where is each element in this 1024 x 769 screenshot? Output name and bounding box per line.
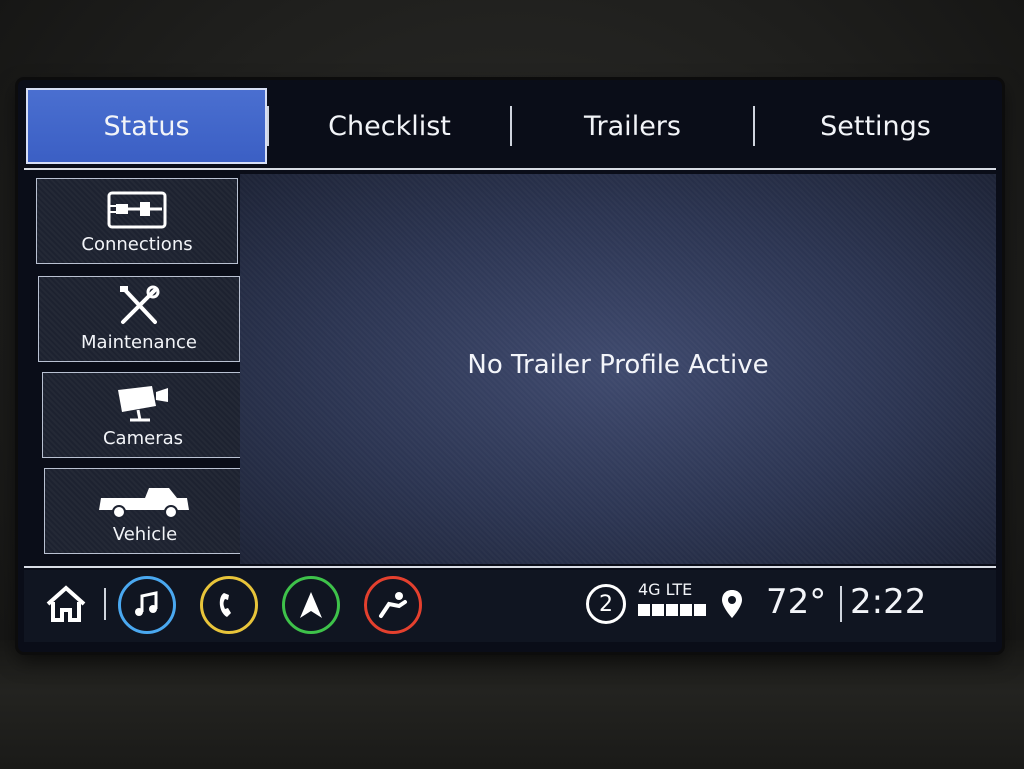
vehicle-button[interactable]: Vehicle xyxy=(44,468,246,554)
pickup-truck-icon xyxy=(99,488,189,519)
connections-button[interactable]: Connections xyxy=(36,178,238,264)
bottom-bar: 2 4G LTE 72° 2:22 xyxy=(24,570,996,642)
temperature: 72° xyxy=(766,582,827,622)
signal-strength-icon xyxy=(638,604,706,616)
seat-icon xyxy=(379,592,407,618)
home-icon[interactable] xyxy=(44,584,88,624)
cameras-button[interactable]: Cameras xyxy=(42,372,244,458)
tab-trailers[interactable]: Trailers xyxy=(512,88,753,164)
tab-bar: Status Checklist Trailers Settings xyxy=(24,84,996,168)
home-divider xyxy=(104,588,106,620)
infotainment-screen: Status Checklist Trailers Settings Conne… xyxy=(18,80,1002,652)
notification-badge[interactable]: 2 xyxy=(586,584,626,624)
bezel-lower xyxy=(0,640,1024,769)
tab-underline xyxy=(24,168,996,170)
phone-icon xyxy=(219,593,231,617)
maintenance-button[interactable]: Maintenance xyxy=(38,276,240,362)
clock: 2:22 xyxy=(850,582,927,622)
status-divider xyxy=(840,586,842,622)
music-note-icon xyxy=(135,591,158,616)
cameras-label: Cameras xyxy=(102,428,183,449)
location-pin-icon xyxy=(722,590,742,618)
tab-settings[interactable]: Settings xyxy=(755,88,996,164)
bottom-divider xyxy=(24,566,996,568)
connections-label: Connections xyxy=(81,234,193,255)
wrench-screwdriver-icon xyxy=(120,285,160,324)
notification-count: 2 xyxy=(599,591,613,617)
plug-connection-icon xyxy=(107,191,167,229)
maintenance-label: Maintenance xyxy=(81,332,197,353)
tab-checklist[interactable]: Checklist xyxy=(269,88,510,164)
tab-status[interactable]: Status xyxy=(26,88,268,164)
status-panel: No Trailer Profile Active xyxy=(240,174,996,564)
camera-icon xyxy=(118,386,168,422)
vehicle-label: Vehicle xyxy=(112,524,178,545)
audio-button[interactable] xyxy=(118,576,176,634)
phone-button[interactable] xyxy=(200,576,258,634)
seat-button[interactable] xyxy=(364,576,422,634)
navigation-arrow-icon xyxy=(300,592,322,618)
status-message: No Trailer Profile Active xyxy=(467,350,769,380)
navigation-button[interactable] xyxy=(282,576,340,634)
network-label: 4G LTE xyxy=(638,580,693,599)
side-menu: Connections Maintenance Cameras Vehicle xyxy=(32,178,246,558)
